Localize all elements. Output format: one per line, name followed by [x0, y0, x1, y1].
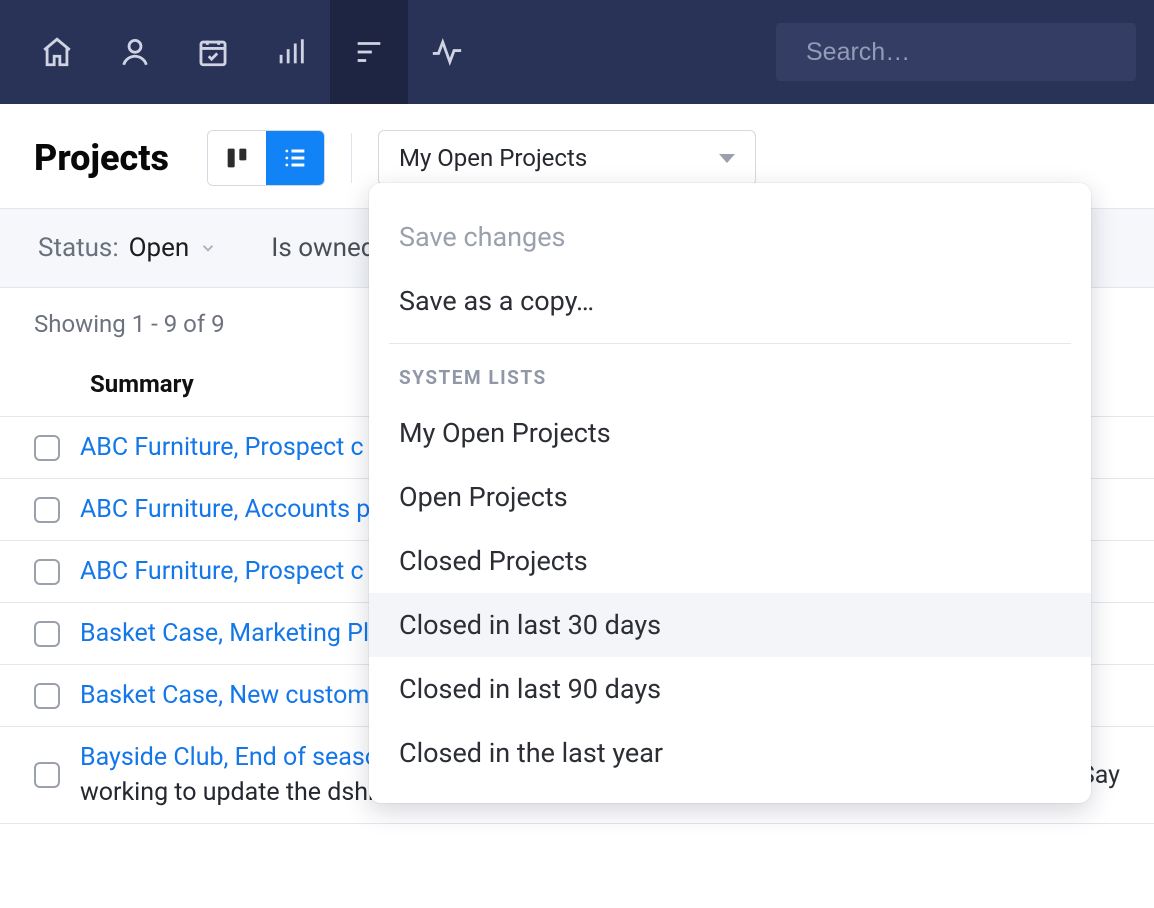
system-list-option[interactable]: Closed in the last year	[369, 721, 1091, 785]
row-checkbox[interactable]	[34, 497, 60, 523]
person-icon	[118, 35, 152, 69]
board-icon	[223, 144, 251, 172]
save-changes-option: Save changes	[369, 205, 1091, 269]
chevron-down-icon	[199, 239, 217, 257]
bars-icon	[274, 35, 308, 69]
row-checkbox[interactable]	[34, 559, 60, 585]
global-search[interactable]	[776, 23, 1136, 81]
row-checkbox[interactable]	[34, 435, 60, 461]
nav-icon-group	[18, 0, 486, 104]
filter-status-label: Status:	[38, 233, 119, 263]
system-list-option[interactable]: Closed in last 90 days	[369, 657, 1091, 721]
row-summary-cell: ABC Furniture, Accounts p	[80, 495, 370, 524]
row-summary-link[interactable]: ABC Furniture, Prospect c	[80, 433, 364, 462]
vertical-divider	[351, 133, 352, 183]
row-summary-link[interactable]: Basket Case, Marketing Pl	[80, 619, 369, 648]
chevron-down-icon	[719, 154, 735, 163]
filter-owned[interactable]: Is owned	[271, 233, 375, 263]
row-summary-link[interactable]: ABC Furniture, Accounts p	[80, 495, 370, 524]
top-nav	[0, 0, 1154, 104]
row-summary-link[interactable]: ABC Furniture, Prospect c	[80, 557, 364, 586]
system-list-option[interactable]: Closed Projects	[369, 529, 1091, 593]
list-selector-dropdown: Save changes Save as a copy… SYSTEM LIST…	[369, 183, 1091, 803]
filter-status[interactable]: Status: Open	[38, 233, 217, 263]
nav-projects[interactable]	[330, 0, 408, 104]
save-as-copy-option[interactable]: Save as a copy…	[369, 269, 1091, 333]
filter-status-value: Open	[129, 233, 190, 263]
system-list-option[interactable]: My Open Projects	[369, 401, 1091, 465]
dropdown-divider	[389, 343, 1071, 344]
list-filter-icon	[352, 35, 386, 69]
row-summary-link[interactable]: Basket Case, New custom	[80, 681, 369, 710]
list-selector[interactable]: My Open Projects	[378, 130, 756, 186]
row-summary-cell: Basket Case, Marketing Pl	[80, 619, 369, 648]
page-title: Projects	[34, 137, 169, 179]
list-icon	[281, 144, 309, 172]
home-icon	[40, 35, 74, 69]
row-summary-cell: ABC Furniture, Prospect c	[80, 433, 364, 462]
nav-reports[interactable]	[252, 0, 330, 104]
nav-home[interactable]	[18, 0, 96, 104]
row-checkbox[interactable]	[34, 683, 60, 709]
nav-calendar[interactable]	[174, 0, 252, 104]
calendar-check-icon	[196, 35, 230, 69]
row-checkbox[interactable]	[34, 621, 60, 647]
row-summary-cell: Basket Case, New custom	[80, 681, 369, 710]
nav-people[interactable]	[96, 0, 174, 104]
system-lists-label: SYSTEM LISTS	[369, 358, 1091, 401]
list-view-button[interactable]	[266, 131, 324, 185]
list-selector-value: My Open Projects	[399, 144, 587, 172]
nav-activity[interactable]	[408, 0, 486, 104]
row-summary-cell: ABC Furniture, Prospect c	[80, 557, 364, 586]
system-list-option[interactable]: Closed in last 30 days	[369, 593, 1091, 657]
board-view-button[interactable]	[208, 131, 266, 185]
search-input[interactable]	[806, 38, 1128, 67]
system-list-option[interactable]: Open Projects	[369, 465, 1091, 529]
view-toggle	[207, 130, 325, 186]
activity-icon	[430, 35, 464, 69]
column-summary[interactable]: Summary	[90, 370, 194, 398]
row-checkbox[interactable]	[34, 762, 60, 788]
